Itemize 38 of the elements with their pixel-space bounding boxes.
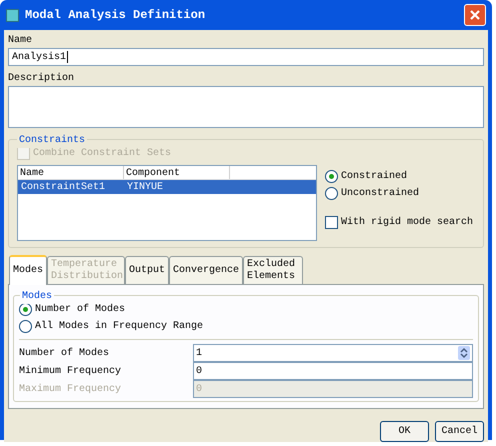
checkbox-label: With rigid mode search xyxy=(341,216,474,230)
checkbox-label: Combine Constraint Sets xyxy=(33,146,172,161)
tab[interactable]: Excluded Elements xyxy=(243,256,304,284)
radio-button[interactable] xyxy=(325,170,338,183)
window-icon xyxy=(6,8,19,22)
name-field[interactable]: Analysis1 xyxy=(8,48,484,66)
window-title: Modal Analysis Definition xyxy=(25,7,206,24)
field-label: Minimum Frequency xyxy=(19,364,122,378)
table-cell-text: YINYUE xyxy=(126,180,164,194)
input-field[interactable]: 0 xyxy=(193,362,473,380)
radio-label: Number of Modes xyxy=(35,302,126,317)
table-row[interactable]: ConstraintSet1 YINYUE xyxy=(18,180,316,194)
spin-arrows-icon[interactable] xyxy=(458,346,470,360)
spinner-field[interactable]: 1 xyxy=(193,344,473,362)
tab[interactable]: Output xyxy=(125,256,170,284)
checkbox[interactable] xyxy=(325,216,338,229)
tab[interactable]: Modes xyxy=(9,255,48,285)
close-icon xyxy=(469,9,481,21)
description-label: Description xyxy=(8,72,76,86)
tab[interactable]: Convergence xyxy=(169,256,244,284)
group-title: Modes xyxy=(20,289,54,304)
radio-label: Unconstrained xyxy=(341,186,420,201)
name-label: Name xyxy=(8,34,34,48)
column-header[interactable]: Component xyxy=(124,166,230,179)
dialog-button[interactable]: OK xyxy=(380,421,429,442)
radio-label: All Modes in Frequency Range xyxy=(35,320,204,334)
field-label: Maximum Frequency xyxy=(19,382,122,396)
radio-button[interactable] xyxy=(19,303,32,316)
description-field[interactable] xyxy=(8,86,484,128)
table-cell-text: ConstraintSet1 xyxy=(20,180,106,194)
close-button[interactable] xyxy=(464,4,486,26)
radio-button[interactable] xyxy=(325,187,338,200)
dialog-button[interactable]: Cancel xyxy=(435,421,484,442)
group-title: Constraints xyxy=(17,133,88,148)
field-label: Number of Modes xyxy=(19,346,110,360)
radio-button[interactable] xyxy=(19,320,32,333)
column-header[interactable]: Name xyxy=(18,166,124,179)
radio-label: Constrained xyxy=(341,170,408,184)
